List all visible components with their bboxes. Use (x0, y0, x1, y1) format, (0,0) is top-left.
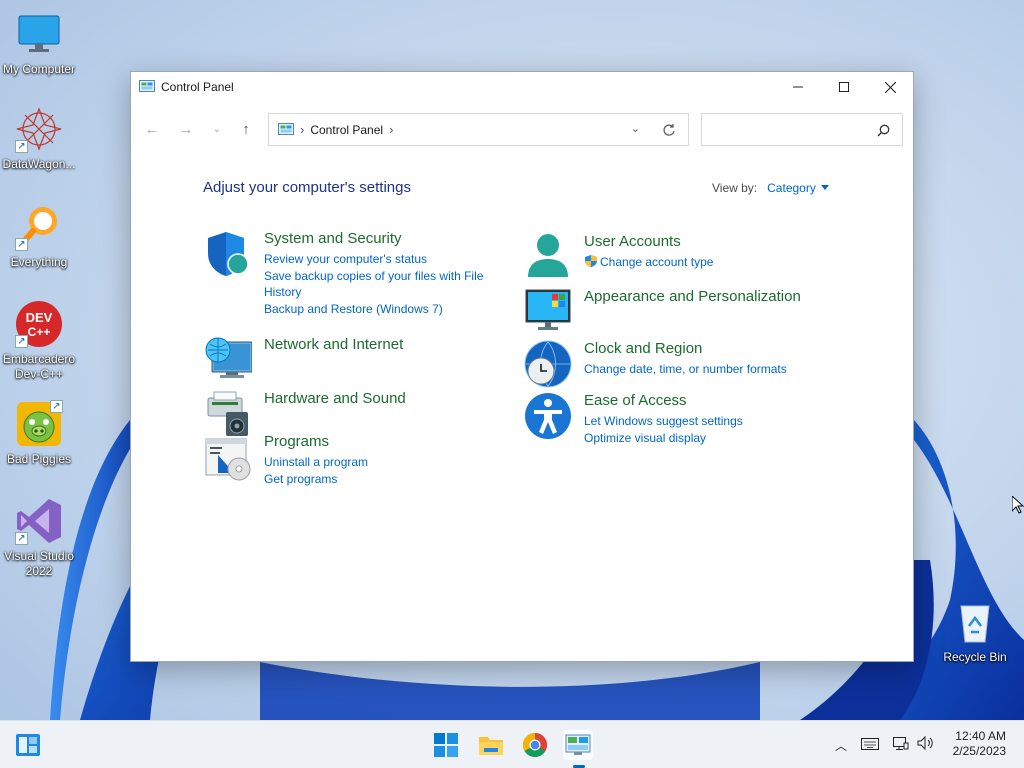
breadcrumb-separator-icon[interactable]: › (389, 122, 393, 137)
datawagon-icon: ↗ (15, 105, 63, 153)
desktop-icon-my-computer[interactable]: My Computer (0, 10, 78, 77)
category-title[interactable]: User Accounts (584, 233, 681, 250)
view-by: View by: Category (712, 181, 829, 195)
widgets-icon (16, 734, 40, 756)
category-title[interactable]: Clock and Region (584, 340, 702, 357)
close-icon (884, 81, 896, 93)
programs-icon (205, 438, 251, 481)
breadcrumb-control-panel[interactable]: Control Panel (310, 123, 383, 137)
desktop-icon-bad-piggies[interactable]: ↗ Bad Piggies (0, 400, 78, 467)
category-title[interactable]: System and Security (264, 230, 402, 247)
view-by-dropdown[interactable]: Category (767, 181, 816, 195)
link-uninstall-program[interactable]: Uninstall a program (264, 454, 494, 470)
close-button[interactable] (867, 72, 913, 102)
system-clock[interactable]: 12:40 AM 2/25/2023 (953, 729, 1006, 759)
mouse-cursor-icon (1012, 496, 1024, 514)
desktop-icon-everything[interactable]: ↗ Everything (0, 203, 78, 270)
clock-time: 12:40 AM (955, 729, 1006, 743)
maximize-icon (839, 82, 849, 92)
category-title[interactable]: Appearance and Personalization (584, 288, 801, 305)
devcpp-icon: DEV C++ ↗ (15, 300, 63, 348)
link-review-status[interactable]: Review your computer's status (264, 251, 494, 267)
maximize-button[interactable] (821, 72, 867, 102)
chrome-button[interactable] (520, 730, 550, 760)
file-explorer-button[interactable] (476, 730, 506, 760)
bad-piggies-icon: ↗ (15, 400, 63, 448)
show-hidden-icons-button[interactable]: ︿ (835, 737, 847, 754)
search-box[interactable] (701, 113, 903, 146)
desktop-icon-visual-studio[interactable]: ↗ Visual Studio 2022 (0, 497, 78, 579)
arrow-right-icon: → (178, 120, 194, 138)
volume-icon[interactable] (917, 735, 935, 753)
control-panel-window: Control Panel ← → ⌄ ↑ › Control Panel › … (130, 71, 914, 662)
desktop-icon-datawagon[interactable]: ↗ DataWagon... (0, 105, 78, 172)
link-get-programs[interactable]: Get programs (264, 471, 494, 487)
svg-text:DEV: DEV (26, 310, 53, 325)
chevron-down-icon[interactable] (820, 185, 829, 190)
link-backup-restore[interactable]: Backup and Restore (Windows 7) (264, 301, 494, 317)
search-icon (877, 124, 890, 137)
recycle-bin-icon (951, 598, 999, 646)
refresh-icon[interactable] (662, 123, 676, 137)
taskbar: ︿ 12:40 AM 2/25/2023 (0, 720, 1024, 768)
up-button[interactable]: ↑ (236, 120, 256, 138)
category-title[interactable]: Hardware and Sound (264, 390, 406, 407)
view-by-label: View by: (712, 181, 758, 195)
back-button[interactable]: ← (142, 120, 162, 138)
control-panel-icon (139, 80, 155, 92)
windows-logo-icon (434, 733, 458, 757)
desktop-icon-recycle-bin[interactable]: Recycle Bin (936, 598, 1014, 665)
link-label[interactable]: Change account type (600, 255, 713, 269)
accessibility-icon (525, 393, 571, 439)
folder-icon (479, 737, 503, 755)
widgets-button[interactable] (13, 730, 43, 760)
clock-date: 2/25/2023 (952, 744, 1006, 758)
navigation-bar: ← → ⌄ ↑ › Control Panel › ⌄ (131, 112, 913, 146)
chevron-up-icon: ︿ (835, 739, 848, 753)
link-optimize-display[interactable]: Optimize visual display (584, 430, 814, 446)
visual-studio-icon: ↗ (15, 497, 63, 545)
link-change-date-time[interactable]: Change date, time, or number formats (584, 361, 814, 377)
printer-icon (207, 391, 248, 436)
computer-icon (15, 10, 63, 58)
desktop-icon-devcpp[interactable]: DEV C++ ↗ Embarcadero Dev-C++ (0, 300, 78, 382)
title-bar[interactable]: Control Panel (131, 72, 913, 102)
control-panel-icon (278, 122, 294, 135)
network-globe-icon (205, 337, 252, 378)
user-icon (528, 234, 568, 277)
network-icon[interactable] (893, 737, 909, 754)
category-title[interactable]: Network and Internet (264, 336, 403, 353)
link-change-account-type[interactable]: Change account type (584, 254, 814, 270)
chevron-down-icon: ⌄ (212, 123, 222, 135)
chrome-icon (522, 733, 548, 758)
arrow-left-icon: ← (144, 120, 160, 138)
forward-button[interactable]: → (176, 120, 196, 138)
link-suggest-settings[interactable]: Let Windows suggest settings (584, 413, 814, 429)
search-input[interactable] (702, 114, 872, 145)
control-panel-icon (565, 734, 591, 755)
minimize-button[interactable] (775, 72, 821, 102)
shield-icon (208, 232, 249, 276)
minimize-icon (793, 86, 803, 88)
category-title[interactable]: Programs (264, 433, 329, 450)
arrow-up-icon: ↑ (242, 120, 250, 138)
address-dropdown-icon[interactable]: ⌄ (631, 122, 640, 135)
clock-globe-icon (524, 340, 572, 388)
link-file-history[interactable]: Save backup copies of your files with Fi… (264, 268, 494, 300)
svg-text:C++: C++ (28, 325, 51, 339)
start-button[interactable] (431, 730, 461, 760)
uac-shield-icon (585, 255, 597, 267)
window-title: Control Panel (161, 80, 234, 94)
category-title[interactable]: Ease of Access (584, 392, 687, 409)
appearance-icon (525, 289, 571, 330)
breadcrumb-separator-icon: › (300, 122, 305, 137)
page-title: Adjust your computer's settings (203, 179, 411, 196)
address-bar[interactable]: › Control Panel › ⌄ (268, 113, 689, 146)
recent-locations-button[interactable]: ⌄ (207, 120, 227, 138)
control-panel-taskbar-button[interactable] (563, 730, 593, 760)
keyboard-icon[interactable] (861, 738, 879, 753)
magnifier-icon: ↗ (15, 203, 63, 251)
